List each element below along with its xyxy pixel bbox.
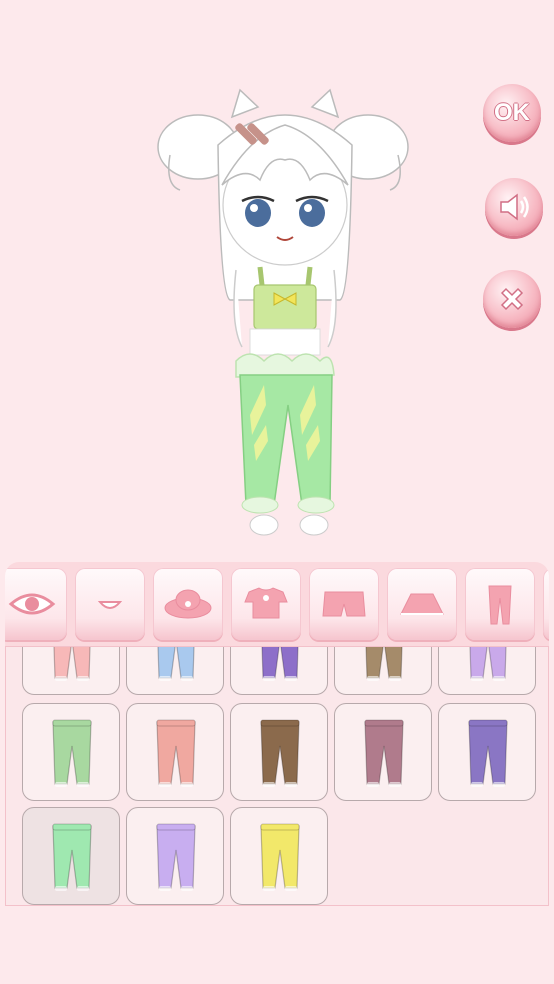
category-bar <box>5 562 549 646</box>
pants-icon <box>261 647 299 681</box>
pants-item[interactable] <box>438 703 536 801</box>
pants-item[interactable] <box>22 703 120 801</box>
pants-icon <box>364 719 404 787</box>
leggings-icon <box>488 585 512 625</box>
ok-button[interactable]: OK <box>483 84 541 142</box>
close-icon <box>500 287 524 311</box>
category-tab-skirts[interactable] <box>387 568 457 640</box>
pants-item[interactable] <box>22 807 120 905</box>
pants-item[interactable] <box>334 703 432 801</box>
category-tab-eyes[interactable] <box>5 568 67 640</box>
pants-icon <box>260 823 300 891</box>
shorts-icon <box>322 591 366 617</box>
ok-label: OK <box>494 99 530 126</box>
close-button[interactable] <box>483 270 541 328</box>
pants-icon <box>52 719 92 787</box>
pants-item[interactable] <box>230 703 328 801</box>
category-tab-tops[interactable] <box>231 568 301 640</box>
pants-icon <box>365 647 403 681</box>
item-panel <box>5 646 549 906</box>
hat-icon <box>164 589 212 619</box>
category-tab-shorts[interactable] <box>309 568 379 640</box>
category-tab-leggings[interactable] <box>465 568 535 640</box>
mouth-icon <box>97 601 123 609</box>
pants-item[interactable] <box>230 807 328 905</box>
pants-icon <box>468 719 508 787</box>
pants-icon <box>157 647 195 681</box>
category-tab-hats[interactable] <box>153 568 223 640</box>
pants-item[interactable] <box>334 647 432 695</box>
pants-item[interactable] <box>126 647 224 695</box>
speaker-icon <box>500 193 529 221</box>
pants-icon <box>53 647 91 681</box>
shirt-icon <box>244 587 288 619</box>
pants-item[interactable] <box>126 807 224 905</box>
character-preview <box>157 88 409 536</box>
pants-icon <box>469 647 507 681</box>
category-tab-mouth[interactable] <box>75 568 145 640</box>
pants-item[interactable] <box>438 647 536 695</box>
pants-icon <box>156 719 196 787</box>
pants-icon <box>260 719 300 787</box>
eye-icon <box>8 593 56 615</box>
pants-icon <box>52 823 92 891</box>
category-tab-more[interactable] <box>543 568 549 640</box>
pants-item[interactable] <box>230 647 328 695</box>
pants-icon <box>156 823 196 891</box>
sound-button[interactable] <box>485 178 543 236</box>
pants-item[interactable] <box>126 703 224 801</box>
skirt-icon <box>400 593 444 615</box>
pants-item[interactable] <box>22 647 120 695</box>
